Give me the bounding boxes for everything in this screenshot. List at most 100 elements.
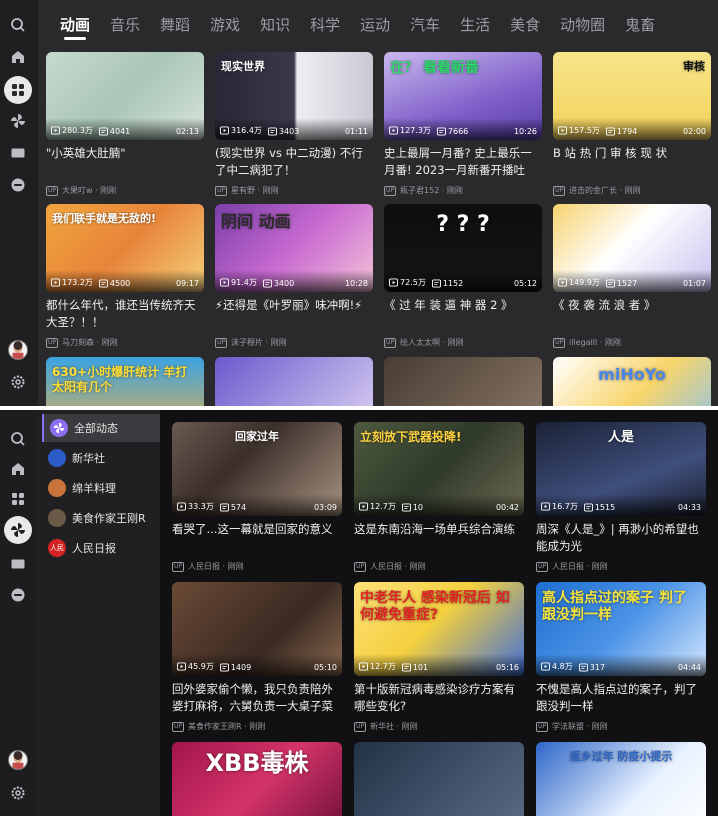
category-icon[interactable] — [4, 76, 32, 104]
video-thumbnail[interactable]: miHoYo — [553, 357, 711, 406]
video-owner[interactable]: UP 星有野 · 刚刚 — [215, 185, 373, 196]
tab-7[interactable]: 汽车 — [410, 0, 440, 50]
video-thumbnail[interactable]: 现实世界 316.4万 3403 01:11 — [215, 52, 373, 140]
tab-10[interactable]: 动物圈 — [560, 0, 605, 50]
video-title[interactable]: 回外婆家偷个懒，我只负责陪外婆打麻将，六舅负责一大桌子菜 — [172, 681, 342, 715]
video-card[interactable]: 人是 16.7万 1515 04:33 周深《人是_》| 再渺小的希望也能成为光 UP 人民… — [536, 422, 706, 572]
video-thumbnail[interactable]: 高人指点过的案子 判了跟没判一样 4.8万 317 04:44 — [536, 582, 706, 676]
video-title[interactable]: (现实世界 vs 中二动漫) 不行了中二病犯了！ — [215, 145, 373, 179]
settings-icon[interactable] — [7, 782, 29, 804]
category-icon[interactable] — [7, 488, 29, 510]
video-thumbnail[interactable]: ? ? ? 72.5万 1152 05:12 — [384, 204, 542, 292]
video-card[interactable]: XBB毒株 — [172, 742, 342, 816]
video-card[interactable] — [215, 357, 373, 406]
video-thumbnail[interactable] — [384, 357, 542, 406]
video-card[interactable]: miHoYo — [553, 357, 711, 406]
video-card[interactable]: 280.3万 4041 02:13 "小英雄大肚腩" UP 大果叮w · 刚刚 — [46, 52, 204, 196]
following-icon[interactable] — [7, 110, 29, 132]
video-card[interactable]: 回家过年 33.3万 574 03:09 看哭了...这一幕就是回家的意义 UP 人民日报 … — [172, 422, 342, 572]
follow-item-1[interactable]: 新华社 — [42, 444, 160, 472]
video-title[interactable]: 看哭了...这一幕就是回家的意义 — [172, 521, 342, 555]
video-card[interactable]: 630+小时爆肝统计 羊打太阳有几个 — [46, 357, 204, 406]
video-thumbnail[interactable]: XBB毒株 — [172, 742, 342, 816]
video-owner[interactable]: UP 沫子穆片 · 刚刚 — [215, 337, 373, 348]
video-owner[interactable]: UP 人民日报 · 刚刚 — [354, 561, 524, 572]
tab-4[interactable]: 知识 — [260, 0, 290, 50]
follow-item-3[interactable]: 美食作家王刚R — [42, 504, 160, 532]
video-card[interactable]: 高人指点过的案子 判了跟没判一样 4.8万 317 04:44 不愧是高人指点过的案子，… — [536, 582, 706, 732]
video-title[interactable]: 《 夜 袭 流 浪 者 》 — [553, 297, 711, 331]
video-card[interactable]: ? ? ? 72.5万 1152 05:12 《 过 年 装 逼 神 器 2 》 UP 绘人… — [384, 204, 542, 348]
video-card[interactable]: 我们联手就是无敌的! 173.2万 4500 09:17 都什么年代，谁还当传统齐天大圣… — [46, 204, 204, 348]
tab-1[interactable]: 音乐 — [110, 0, 140, 50]
following-icon[interactable] — [4, 516, 32, 544]
video-card[interactable]: 149.9万 1527 01:07 《 夜 袭 流 浪 者 》 UP illegalll … — [553, 204, 711, 348]
video-title[interactable]: 第十版新冠病毒感染诊疗方案有哪些变化? — [354, 681, 524, 715]
video-thumbnail[interactable]: 149.9万 1527 01:07 — [553, 204, 711, 292]
search-icon[interactable] — [7, 428, 29, 450]
video-title[interactable]: 史上最屑一月番? 史上最乐一月番! 2023一月新番开播吐 — [384, 145, 542, 179]
avatar[interactable] — [8, 750, 28, 770]
video-card[interactable]: 立刻放下武器投降! 12.7万 10 00:42 这是东南沿海一场单兵综合演练 UP 人民日… — [354, 422, 524, 572]
video-card[interactable] — [384, 357, 542, 406]
video-owner[interactable]: UP 人民日报 · 刚刚 — [172, 561, 342, 572]
tab-3[interactable]: 游戏 — [210, 0, 240, 50]
video-card[interactable]: 45.9万 1409 05:10 回外婆家偷个懒，我只负责陪外婆打麻将，六舅负责一大桌… — [172, 582, 342, 732]
video-title[interactable]: 这是东南沿海一场单兵综合演练 — [354, 521, 524, 555]
video-card[interactable]: 返乡过年 防疫小提示 — [536, 742, 706, 816]
video-owner[interactable]: UP 人民日报 · 刚刚 — [536, 561, 706, 572]
settings-icon[interactable] — [7, 371, 29, 393]
follow-item-0[interactable]: 全部动态 — [42, 414, 160, 442]
tab-11[interactable]: 鬼畜 — [625, 0, 655, 50]
video-thumbnail[interactable]: 立刻放下武器投降! 12.7万 10 00:42 — [354, 422, 524, 516]
video-card[interactable]: 阴间 动画 91.4万 3400 10:28 ⚡还得是《叶罗丽》味冲啊!⚡ UP 沫子穆片 … — [215, 204, 373, 348]
video-title[interactable]: "小英雄大肚腩" — [46, 145, 204, 179]
video-thumbnail[interactable]: 审核 157.5万 1794 02:00 — [553, 52, 711, 140]
live-icon[interactable] — [7, 174, 29, 196]
home-icon[interactable] — [7, 46, 29, 68]
follow-item-2[interactable]: 绵羊料理 — [42, 474, 160, 502]
video-icon[interactable] — [7, 142, 29, 164]
video-owner[interactable]: UP 美食作家王刚R · 刚刚 — [172, 721, 342, 732]
video-owner[interactable]: UP illegalll · 刚刚 — [553, 337, 711, 348]
video-thumbnail[interactable]: 人是 16.7万 1515 04:33 — [536, 422, 706, 516]
video-card[interactable]: 审核 157.5万 1794 02:00 B 站 热 门 审 核 现 状 UP 进击的金厂长… — [553, 52, 711, 196]
video-card[interactable]: 在？ 看看新番 127.3万 7666 10:26 史上最屑一月番? 史上最乐一月番! … — [384, 52, 542, 196]
video-icon[interactable] — [7, 553, 29, 575]
video-thumbnail[interactable]: 回家过年 33.3万 574 03:09 — [172, 422, 342, 516]
video-owner[interactable]: UP 瓶子君152 · 刚刚 — [384, 185, 542, 196]
video-title[interactable]: 《 过 年 装 逼 神 器 2 》 — [384, 297, 542, 331]
tab-0[interactable]: 动画 — [60, 0, 90, 50]
follow-item-4[interactable]: 人民 人民日报 — [42, 534, 160, 562]
live-icon[interactable] — [7, 584, 29, 606]
tab-9[interactable]: 美食 — [510, 0, 540, 50]
video-thumbnail[interactable]: 中老年人 感染新冠后 如何避免重症? 12.7万 101 05:16 — [354, 582, 524, 676]
video-thumbnail[interactable]: 返乡过年 防疫小提示 — [536, 742, 706, 816]
video-thumbnail[interactable] — [215, 357, 373, 406]
video-owner[interactable]: UP 大果叮w · 刚刚 — [46, 185, 204, 196]
video-title[interactable]: 周深《人是_》| 再渺小的希望也能成为光 — [536, 521, 706, 555]
avatar[interactable] — [8, 340, 28, 360]
search-icon[interactable] — [7, 14, 29, 36]
video-title[interactable]: 都什么年代，谁还当传统齐天大圣？！！ — [46, 297, 204, 331]
video-owner[interactable]: UP 新华社 · 刚刚 — [354, 721, 524, 732]
video-owner[interactable]: UP 马刀刻森 · 刚刚 — [46, 337, 204, 348]
video-owner[interactable]: UP 绘人太太啊 · 刚刚 — [384, 337, 542, 348]
video-title[interactable]: ⚡还得是《叶罗丽》味冲啊!⚡ — [215, 297, 373, 331]
home-icon[interactable] — [7, 458, 29, 480]
video-title[interactable]: 不愧是高人指点过的案子，判了跟没判一样 — [536, 681, 706, 715]
video-thumbnail[interactable]: 45.9万 1409 05:10 — [172, 582, 342, 676]
video-thumbnail[interactable]: 我们联手就是无敌的! 173.2万 4500 09:17 — [46, 204, 204, 292]
video-thumbnail[interactable]: 在？ 看看新番 127.3万 7666 10:26 — [384, 52, 542, 140]
tab-5[interactable]: 科学 — [310, 0, 340, 50]
video-title[interactable]: B 站 热 门 审 核 现 状 — [553, 145, 711, 179]
video-thumbnail[interactable]: 阴间 动画 91.4万 3400 10:28 — [215, 204, 373, 292]
video-owner[interactable]: UP 进击的金厂长 · 刚刚 — [553, 185, 711, 196]
video-thumbnail[interactable]: 630+小时爆肝统计 羊打太阳有几个 — [46, 357, 204, 406]
video-card[interactable]: 中老年人 感染新冠后 如何避免重症? 12.7万 101 05:16 第十版新冠病毒感染… — [354, 582, 524, 732]
video-owner[interactable]: UP 学法联盟 · 刚刚 — [536, 721, 706, 732]
video-card[interactable] — [354, 742, 524, 816]
video-thumbnail[interactable] — [354, 742, 524, 816]
video-card[interactable]: 现实世界 316.4万 3403 01:11 (现实世界 vs 中二动漫) 不行了中二病… — [215, 52, 373, 196]
tab-6[interactable]: 运动 — [360, 0, 390, 50]
